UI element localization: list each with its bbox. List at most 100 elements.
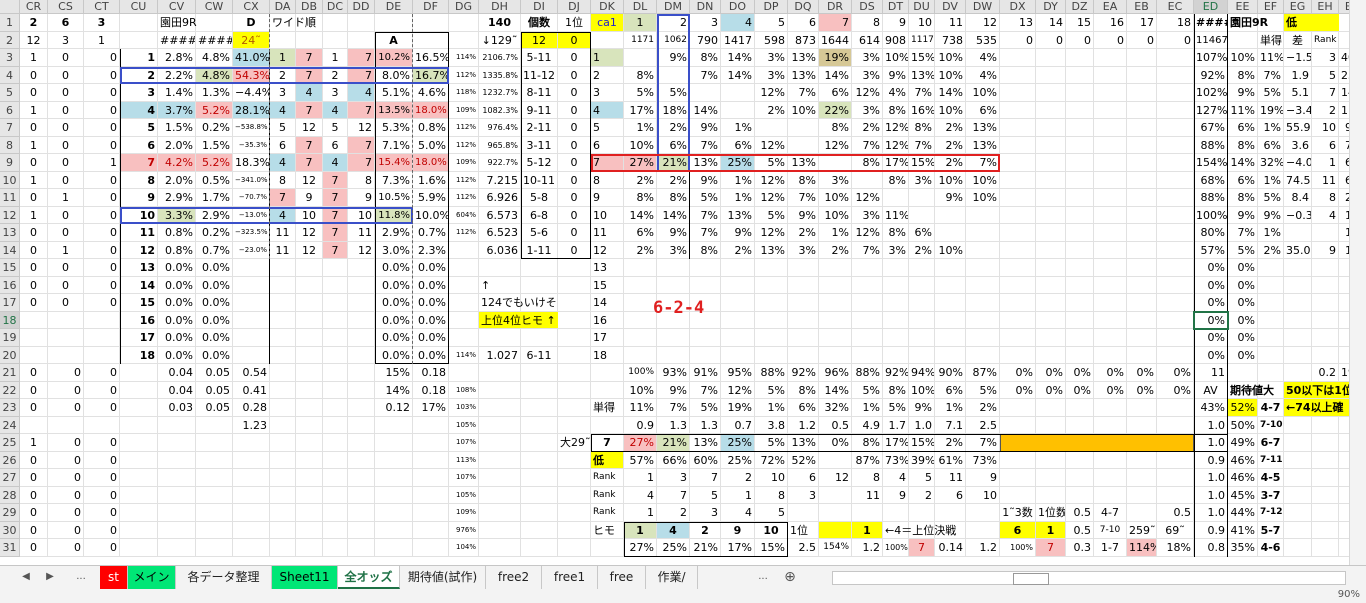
- grid-cell[interactable]: [521, 504, 558, 522]
- row-header-9[interactable]: 9: [0, 154, 20, 172]
- horizontal-scrollbar[interactable]: [832, 571, 1346, 585]
- grid-cell[interactable]: [270, 434, 296, 452]
- cell-cx12[interactable]: −13.0%: [233, 206, 270, 224]
- cell-ct21[interactable]: 0: [84, 364, 120, 382]
- cell-ef13[interactable]: 1%: [1258, 224, 1284, 242]
- cell-dx30[interactable]: 6: [1000, 521, 1036, 539]
- cell-dv7[interactable]: 2%: [935, 119, 966, 137]
- grid-cell[interactable]: [558, 451, 591, 469]
- sheet-tab-6[interactable]: 期待値(試作): [400, 566, 486, 589]
- grid-cell[interactable]: [819, 294, 852, 312]
- grid-cell[interactable]: [1127, 189, 1157, 207]
- grid-cell[interactable]: [558, 259, 591, 277]
- column-header-dr[interactable]: DR: [819, 0, 852, 14]
- grid-cell[interactable]: [449, 14, 479, 32]
- cell-dg23[interactable]: 103%: [449, 399, 479, 417]
- cell-de13[interactable]: 2.9%: [375, 224, 413, 242]
- cell-ed29[interactable]: 1.0: [1194, 504, 1228, 522]
- cell-da8[interactable]: 6: [270, 136, 296, 154]
- cell-dr5[interactable]: 6%: [819, 84, 852, 102]
- cell-di9[interactable]: 5-12: [521, 154, 558, 172]
- cell-dk16[interactable]: 15: [591, 276, 624, 294]
- grid-cell[interactable]: [120, 486, 158, 504]
- cell-dn23[interactable]: 5%: [690, 399, 721, 417]
- cell-eb30[interactable]: 259˜: [1127, 521, 1157, 539]
- grid-cell[interactable]: [1066, 84, 1094, 102]
- grid-cell[interactable]: [1157, 399, 1194, 417]
- cell-du10[interactable]: 3%: [909, 171, 935, 189]
- cell-cs29[interactable]: 0: [48, 504, 84, 522]
- select-all-corner[interactable]: [0, 0, 20, 14]
- cell-dl9[interactable]: 27%: [624, 154, 657, 172]
- cell-di14[interactable]: 1-11: [521, 241, 558, 259]
- cell-ct22[interactable]: 0: [84, 381, 120, 399]
- sheet-tab-5[interactable]: 全オッズ: [338, 566, 400, 589]
- cell-dg29[interactable]: 109%: [449, 504, 479, 522]
- cell-ct23[interactable]: 0: [84, 399, 120, 417]
- cell-eg6[interactable]: −3.4: [1284, 101, 1312, 119]
- grid-cell[interactable]: [296, 469, 323, 487]
- cell-dh12[interactable]: 6.573: [479, 206, 521, 224]
- cell-ef30[interactable]: 5-7: [1258, 521, 1284, 539]
- cell-dq26[interactable]: 52%: [788, 451, 819, 469]
- grid-cell[interactable]: [1000, 66, 1036, 84]
- cell-eb1[interactable]: 17: [1127, 14, 1157, 32]
- grid-cell[interactable]: [852, 259, 883, 277]
- cell-eg11[interactable]: 8.4: [1284, 189, 1312, 207]
- grid-cell[interactable]: [1094, 294, 1127, 312]
- cell-df11[interactable]: 5.9%: [413, 189, 449, 207]
- grid-cell[interactable]: [1312, 276, 1339, 294]
- grid-cell[interactable]: [1036, 241, 1066, 259]
- grid-cell[interactable]: [1066, 434, 1094, 452]
- grid-cell[interactable]: [788, 311, 819, 329]
- row-header-16[interactable]: 16: [0, 276, 20, 294]
- cell-dg22[interactable]: 108%: [449, 381, 479, 399]
- cell-dt22[interactable]: 8%: [883, 381, 909, 399]
- cell-ed27[interactable]: 1.0: [1194, 469, 1228, 487]
- cell-dv25[interactable]: 2%: [935, 434, 966, 452]
- cell-du5[interactable]: 7%: [909, 84, 935, 102]
- cell-ee5[interactable]: 9%: [1228, 84, 1258, 102]
- cell-dt26[interactable]: 73%: [883, 451, 909, 469]
- grid-cell[interactable]: [196, 504, 233, 522]
- cell-cv21[interactable]: 0.04: [158, 364, 196, 382]
- grid-cell[interactable]: [120, 31, 158, 49]
- cell-ed24[interactable]: 1.0: [1194, 416, 1228, 434]
- row-header-6[interactable]: 6: [0, 101, 20, 119]
- grid-cell[interactable]: [323, 346, 348, 364]
- cell-dy29[interactable]: 1位数: [1036, 504, 1066, 522]
- cell-cw21[interactable]: 0.05: [196, 364, 233, 382]
- grid-cell[interactable]: [1066, 189, 1094, 207]
- cell-eg1[interactable]: 低: [1284, 14, 1339, 32]
- cell-dm31[interactable]: 25%: [657, 539, 690, 557]
- cell-de8[interactable]: 7.1%: [375, 136, 413, 154]
- grid-cell[interactable]: [624, 346, 657, 364]
- grid-cell[interactable]: [1127, 399, 1157, 417]
- cell-cx24[interactable]: 1.23: [233, 416, 270, 434]
- grid-cell[interactable]: [819, 504, 852, 522]
- grid-cell[interactable]: [270, 381, 296, 399]
- cell-ee13[interactable]: 7%: [1228, 224, 1258, 242]
- cell-dh17[interactable]: 124でもいけそう: [479, 294, 558, 312]
- grid-cell[interactable]: [296, 504, 323, 522]
- grid-cell[interactable]: [120, 539, 158, 557]
- row-header-30[interactable]: 30: [0, 521, 20, 539]
- cell-ct6[interactable]: 0: [84, 101, 120, 119]
- grid-cell[interactable]: [1066, 486, 1094, 504]
- cell-dk8[interactable]: 6: [591, 136, 624, 154]
- cell-do23[interactable]: 19%: [721, 399, 755, 417]
- cell-da10[interactable]: 8: [270, 171, 296, 189]
- tab-scroll-right-icon[interactable]: ▶: [42, 569, 58, 585]
- cell-dv1[interactable]: 11: [935, 14, 966, 32]
- cell-dh4[interactable]: 1335.8%: [479, 66, 521, 84]
- cell-cw4[interactable]: 4.8%: [196, 66, 233, 84]
- cell-do1[interactable]: 4: [721, 14, 755, 32]
- cell-cr29[interactable]: 0: [20, 504, 48, 522]
- cell-dy21[interactable]: 0%: [1036, 364, 1066, 382]
- column-header-de[interactable]: DE: [375, 0, 413, 14]
- grid-cell[interactable]: [591, 31, 624, 49]
- grid-cell[interactable]: [521, 364, 558, 382]
- grid-cell[interactable]: [966, 294, 1000, 312]
- grid-cell[interactable]: [909, 329, 935, 347]
- cell-dw24[interactable]: 2.5: [966, 416, 1000, 434]
